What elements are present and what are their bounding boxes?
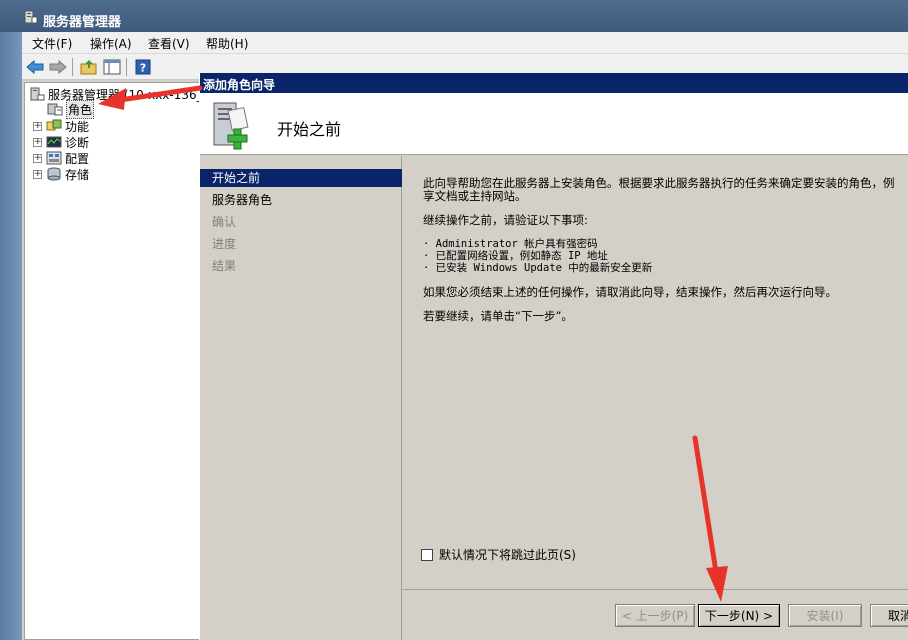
previous-button[interactable]: < 上一步(P): [615, 604, 695, 627]
continue-note: 若要继续，请单击“下一步”。: [423, 309, 573, 323]
server-manager-icon: [24, 10, 38, 24]
skip-page-label: 默认情况下将跳过此页(S): [439, 548, 576, 562]
tree-root-server-manager[interactable]: 服务器管理器 (10-xxx-136_: [29, 86, 203, 102]
verify-heading: 继续操作之前，请验证以下事项:: [423, 213, 588, 227]
cancel-button[interactable]: 取消: [870, 604, 908, 627]
help-icon[interactable]: ?: [133, 57, 153, 77]
window-title: 服务器管理器: [43, 15, 122, 30]
tree-item-label: 角色: [66, 99, 95, 119]
tree-item-label: 功能: [65, 119, 90, 134]
diagnostics-icon: [46, 136, 62, 148]
checklist-item: · 已安装 Windows Update 中的最新安全更新: [423, 262, 653, 274]
install-button[interactable]: 安装(I): [788, 604, 862, 627]
wizard-step-server-roles[interactable]: 服务器角色: [200, 191, 402, 209]
forward-arrow-icon[interactable]: [48, 57, 68, 77]
expand-icon[interactable]: +: [33, 153, 42, 163]
menu-view[interactable]: 查看(V): [148, 35, 190, 52]
tree-item-storage[interactable]: + 存储: [33, 166, 89, 182]
tree-item-label: 配置: [65, 151, 90, 166]
back-arrow-icon[interactable]: [25, 57, 45, 77]
configuration-icon: [46, 151, 62, 165]
toolbar-separator: [126, 58, 127, 76]
menu-action[interactable]: 操作(A): [90, 35, 132, 52]
wizard-title: 添加角色向导: [203, 78, 276, 92]
cancel-note: 如果您必须结束上述的任何操作，请取消此向导，结束操作，然后再次运行向导。: [423, 285, 837, 299]
storage-icon: [47, 167, 61, 181]
tree-item-configuration[interactable]: + 配置: [33, 150, 89, 166]
svg-text:?: ?: [140, 62, 146, 75]
add-roles-wizard-dialog: 添加角色向导 开始之前 开始之前 服务器角色 确认 进度 结果 此向导帮助您在此…: [199, 73, 908, 640]
wizard-footer: < 上一步(P) 下一步(N) > 安装(I) 取消: [403, 589, 908, 640]
features-icon: [46, 119, 62, 131]
tree-item-diagnostics[interactable]: + 诊断: [33, 134, 89, 150]
roles-icon: [47, 103, 63, 116]
wizard-steps-nav: 开始之前 服务器角色 确认 进度 结果: [200, 156, 402, 640]
menu-bar: 文件(F) 操作(A) 查看(V) 帮助(H): [22, 32, 908, 54]
show-hide-tree-icon[interactable]: [102, 57, 122, 77]
up-folder-icon[interactable]: [79, 57, 99, 77]
expand-icon[interactable]: +: [33, 169, 42, 179]
tree-item-features[interactable]: + 功能: [33, 118, 89, 134]
wizard-header: 开始之前: [200, 93, 908, 155]
wizard-step-results: 结果: [212, 259, 237, 273]
window-titlebar[interactable]: 服务器管理器: [0, 0, 908, 32]
server-manager-window: 服务器管理器 文件(F) 操作(A) 查看(V) 帮助(H) ? 服务器管理器 …: [0, 0, 908, 640]
wizard-content: 此向导帮助您在此服务器上安装角色。根据要求此服务器执行的任务来确定要安装的角色，…: [403, 156, 908, 589]
desktop-frame: [0, 32, 22, 640]
skip-page-checkbox[interactable]: [421, 548, 433, 561]
expand-icon[interactable]: +: [33, 121, 42, 131]
skip-page-checkbox-row[interactable]: 默认情况下将跳过此页(S): [421, 546, 576, 563]
server-icon: [30, 87, 45, 101]
expand-icon[interactable]: +: [33, 137, 42, 147]
wizard-page-title: 开始之前: [277, 120, 342, 139]
menu-file[interactable]: 文件(F): [32, 35, 72, 52]
wizard-step-confirmation: 确认: [212, 215, 237, 229]
tree-item-roles[interactable]: 角色: [47, 99, 95, 119]
add-role-server-icon: [213, 102, 249, 150]
next-button[interactable]: 下一步(N) >: [698, 604, 780, 627]
tree-item-label: 诊断: [65, 135, 90, 150]
wizard-step-before-you-begin[interactable]: 开始之前: [200, 169, 402, 187]
wizard-step-progress: 进度: [212, 237, 237, 251]
wizard-titlebar[interactable]: 添加角色向导: [200, 73, 908, 93]
intro-text-line-2: 享文档或主持网站。: [423, 189, 527, 203]
console-tree[interactable]: 服务器管理器 (10-xxx-136_ 角色 + 功能 + 诊断 + 配置 + …: [24, 82, 203, 640]
toolbar-separator: [72, 58, 73, 76]
menu-help[interactable]: 帮助(H): [206, 35, 248, 52]
tree-item-label: 存储: [65, 167, 90, 182]
